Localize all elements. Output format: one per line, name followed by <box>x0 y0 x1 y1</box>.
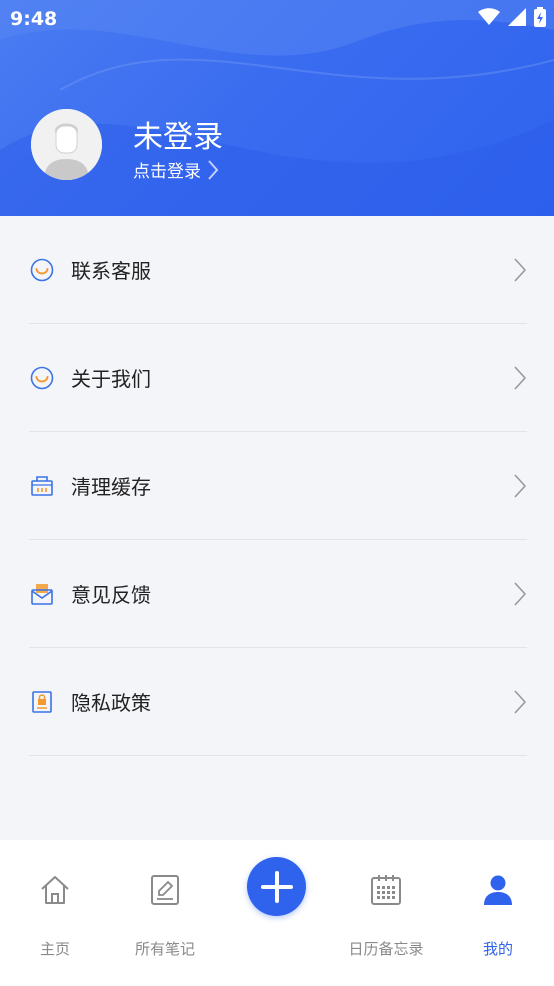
tab-label: 主页 <box>39 940 70 958</box>
wifi-icon <box>478 8 500 25</box>
menu-item-feedback[interactable]: 意见反馈 <box>29 540 527 648</box>
chevron-right-icon <box>514 582 527 606</box>
menu-item-label: 联系客服 <box>71 259 151 283</box>
menu-item-label: 隐私政策 <box>71 691 151 715</box>
menu-item-label: 意见反馈 <box>71 583 151 607</box>
basket-icon <box>29 473 55 499</box>
note-edit-icon <box>151 875 179 905</box>
tab-calendar-memo[interactable]: 日历备忘录 <box>331 840 441 986</box>
chevron-right-icon <box>514 366 527 390</box>
profile-name[interactable]: 未登录 <box>133 112 223 156</box>
status-bar: 9:48 <box>0 0 554 38</box>
default-avatar-icon <box>31 109 102 180</box>
mail-icon <box>29 581 55 607</box>
menu-item-label: 关于我们 <box>71 367 151 391</box>
tab-label: 所有笔记 <box>134 940 195 958</box>
settings-menu: 联系客服 关于我们 清理缓存 意见反馈 隐私政策 <box>0 216 554 756</box>
person-icon <box>484 875 512 905</box>
signal-icon <box>508 8 526 26</box>
avatar[interactable] <box>31 109 102 180</box>
menu-item-clear-cache[interactable]: 清理缓存 <box>29 432 527 540</box>
tab-label: 日历备忘录 <box>348 940 424 958</box>
tab-home[interactable]: 主页 <box>0 840 110 986</box>
status-time: 9:48 <box>10 8 58 30</box>
menu-item-privacy-policy[interactable]: 隐私政策 <box>29 648 527 756</box>
battery-charging-icon <box>534 7 546 27</box>
add-note-button[interactable] <box>247 857 306 916</box>
plus-icon <box>260 870 293 903</box>
calendar-icon <box>371 875 401 905</box>
login-prompt: 点击登录 <box>133 162 201 182</box>
tab-label: 我的 <box>482 940 513 958</box>
lock-document-icon <box>29 689 55 715</box>
profile-header: 9:48 未登录 点击登录 <box>0 0 554 216</box>
headset-smile-icon <box>29 257 55 283</box>
login-link[interactable]: 点击登录 <box>133 157 219 182</box>
menu-item-label: 清理缓存 <box>71 475 151 499</box>
menu-item-about-us[interactable]: 关于我们 <box>29 324 527 432</box>
smile-circle-icon <box>29 365 55 391</box>
tab-all-notes[interactable]: 所有笔记 <box>110 840 220 986</box>
menu-item-customer-service[interactable]: 联系客服 <box>29 216 527 324</box>
chevron-right-icon <box>514 690 527 714</box>
chevron-right-icon <box>514 474 527 498</box>
home-icon <box>41 876 69 904</box>
tab-mine[interactable]: 我的 <box>443 840 553 986</box>
chevron-right-icon <box>208 159 219 180</box>
chevron-right-icon <box>514 258 527 282</box>
